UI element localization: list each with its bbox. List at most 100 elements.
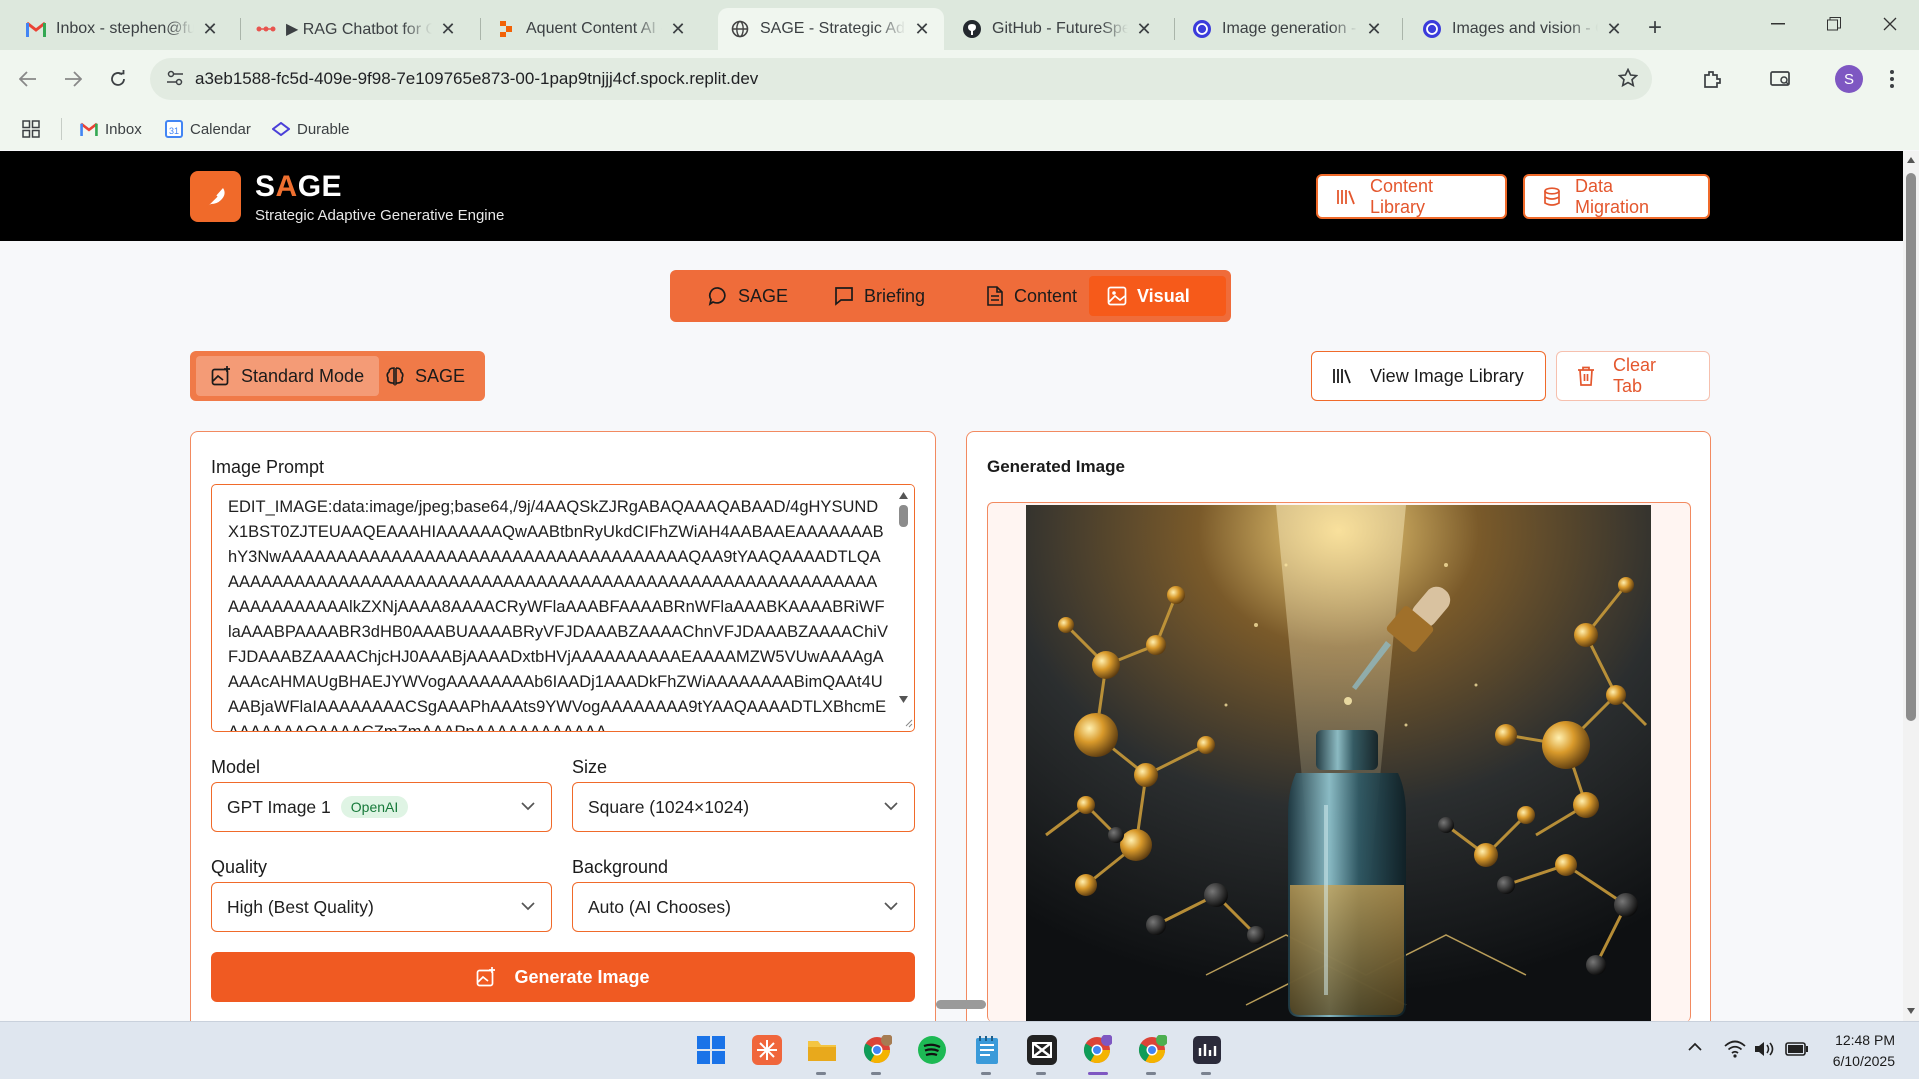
tab-briefing[interactable]: Briefing: [816, 276, 943, 316]
horizontal-scroll-thumb[interactable]: [936, 1000, 986, 1009]
browser-menu-icon[interactable]: [1875, 62, 1909, 96]
durable-icon: [272, 122, 290, 136]
app-tagline: Strategic Adaptive Generative Engine: [255, 207, 505, 224]
size-select[interactable]: Square (1024×1024): [572, 782, 915, 832]
quality-select[interactable]: High (Best Quality): [211, 882, 552, 932]
chat-bubble-icon: [708, 286, 728, 306]
chevron-down-icon: [884, 799, 898, 813]
browser-tab-sage[interactable]: SAGE - Strategic Adap ✕: [718, 8, 944, 50]
volume-icon[interactable]: [1754, 1040, 1776, 1058]
background-select[interactable]: Auto (AI Chooses): [572, 882, 915, 932]
apps-grid-icon[interactable]: [22, 118, 40, 140]
bookmark-star-icon[interactable]: [1618, 68, 1638, 88]
svg-text:31: 31: [169, 126, 179, 136]
calendar-icon: 31: [165, 120, 183, 138]
clock-time: 12:48 PM: [1835, 1032, 1895, 1048]
tray-expand-icon[interactable]: [1688, 1042, 1702, 1052]
openai-icon: [1192, 19, 1212, 39]
app-brand: SAGE: [255, 170, 343, 203]
generated-image[interactable]: [1026, 505, 1651, 1022]
feather-logo-icon: [190, 171, 241, 222]
close-tab-icon[interactable]: ✕: [912, 19, 932, 39]
content-library-button[interactable]: Content Library: [1316, 174, 1507, 219]
close-tab-icon[interactable]: ✕: [438, 19, 458, 39]
capcut-icon[interactable]: [1025, 1033, 1059, 1067]
close-window-button[interactable]: [1866, 8, 1914, 40]
system-clock[interactable]: 12:48 PM 6/10/2025: [1833, 1030, 1895, 1072]
new-tab-button[interactable]: +: [1648, 14, 1662, 42]
chrome-profile-green-icon[interactable]: [1135, 1033, 1169, 1067]
bookmark-inbox[interactable]: Inbox: [80, 118, 142, 140]
spotify-icon[interactable]: [915, 1033, 949, 1067]
quality-label: Quality: [211, 857, 268, 877]
data-migration-button[interactable]: Data Migration: [1523, 174, 1710, 219]
tab-visual[interactable]: Visual: [1089, 276, 1226, 316]
trash-icon: [1577, 366, 1595, 386]
wifi-icon[interactable]: [1724, 1040, 1746, 1058]
close-tab-icon[interactable]: ✕: [668, 19, 688, 39]
reload-button[interactable]: [101, 62, 135, 96]
main-tabs: SAGE Briefing Content Visual: [670, 270, 1231, 322]
chevron-down-icon: [521, 799, 535, 813]
flow-icon: [256, 19, 276, 39]
cast-search-icon[interactable]: [1764, 62, 1798, 96]
size-label: Size: [572, 757, 608, 777]
generate-image-button[interactable]: Generate Image: [211, 952, 915, 1002]
image-plus-icon: [476, 967, 496, 987]
browser-tab-github[interactable]: GitHub - FutureSpeak ✕: [950, 8, 1166, 50]
browser-tab-image-generation[interactable]: Image generation - O ✕: [1180, 8, 1396, 50]
message-square-icon: [834, 286, 854, 306]
mode-toggle: Standard Mode SAGE: [190, 351, 485, 401]
gmail-icon: [80, 122, 98, 136]
url-text: a3eb1588-fc5d-409e-9f98-7e109765e873-00-…: [195, 69, 759, 88]
chrome-profile-s-icon[interactable]: [1080, 1033, 1114, 1067]
background-label: Background: [572, 857, 669, 877]
forward-button[interactable]: [56, 62, 90, 96]
browser-tab-strip: Inbox - stephen@futu ✕ ▶ RAG Chatbot for…: [0, 0, 1919, 50]
taskbar: 12:48 PM 6/10/2025: [0, 1021, 1919, 1079]
standard-mode-button[interactable]: Standard Mode: [196, 356, 380, 396]
textarea-scrollbar[interactable]: [893, 485, 914, 730]
library-icon: [1332, 367, 1352, 385]
model-select[interactable]: GPT Image 1 OpenAI: [211, 782, 552, 832]
openai-icon: [1422, 19, 1442, 39]
tab-sage[interactable]: SAGE: [690, 276, 806, 316]
tab-content[interactable]: Content: [968, 276, 1095, 316]
globe-icon: [730, 19, 750, 39]
restore-button[interactable]: [1810, 8, 1858, 40]
close-tab-icon[interactable]: ✕: [200, 19, 220, 39]
provider-badge: OpenAI: [340, 796, 409, 818]
browser-tab-aquent[interactable]: Aquent Content AI - F ✕: [484, 8, 700, 50]
bookmark-calendar[interactable]: 31 Calendar: [165, 118, 251, 140]
file-explorer-icon[interactable]: [805, 1033, 839, 1067]
close-tab-icon[interactable]: ✕: [1364, 19, 1384, 39]
windows-start-icon[interactable]: [694, 1033, 728, 1067]
profile-avatar[interactable]: S: [1835, 65, 1863, 93]
minimize-button[interactable]: [1754, 8, 1802, 40]
sparkle-app-icon[interactable]: [750, 1033, 784, 1067]
replit-icon: [496, 19, 516, 39]
view-image-library-button[interactable]: View Image Library: [1311, 351, 1546, 401]
chrome-profile-icon[interactable]: [860, 1033, 894, 1067]
battery-icon[interactable]: [1785, 1041, 1809, 1057]
browser-tab-gmail[interactable]: Inbox - stephen@futu ✕: [14, 8, 232, 50]
image-prompt-textarea[interactable]: EDIT_IMAGE:data:image/jpeg;base64,/9j/4A…: [211, 484, 915, 732]
notepad-icon[interactable]: [970, 1033, 1004, 1067]
bookmark-durable[interactable]: Durable: [272, 118, 350, 140]
extensions-icon[interactable]: [1695, 62, 1729, 96]
close-tab-icon[interactable]: ✕: [1604, 19, 1624, 39]
close-tab-icon[interactable]: ✕: [1134, 19, 1154, 39]
document-icon: [986, 286, 1004, 306]
back-button[interactable]: [11, 62, 45, 96]
site-info-icon[interactable]: [166, 70, 184, 86]
browser-tab-images-vision[interactable]: Images and vision - O ✕: [1410, 8, 1636, 50]
sage-mode-button[interactable]: SAGE: [370, 356, 480, 396]
browser-toolbar: a3eb1588-fc5d-409e-9f98-7e109765e873-00-…: [0, 50, 1919, 108]
browser-tab-rag[interactable]: ▶ RAG Chatbot for Co ✕: [244, 8, 470, 50]
prompt-label: Image Prompt: [211, 457, 325, 477]
clear-tab-button[interactable]: Clear Tab: [1556, 351, 1710, 401]
task-manager-icon[interactable]: [1190, 1033, 1224, 1067]
address-bar[interactable]: a3eb1588-fc5d-409e-9f98-7e109765e873-00-…: [150, 58, 1652, 100]
clock-date: 6/10/2025: [1832, 1053, 1895, 1069]
page-scrollbar[interactable]: [1903, 151, 1919, 1021]
